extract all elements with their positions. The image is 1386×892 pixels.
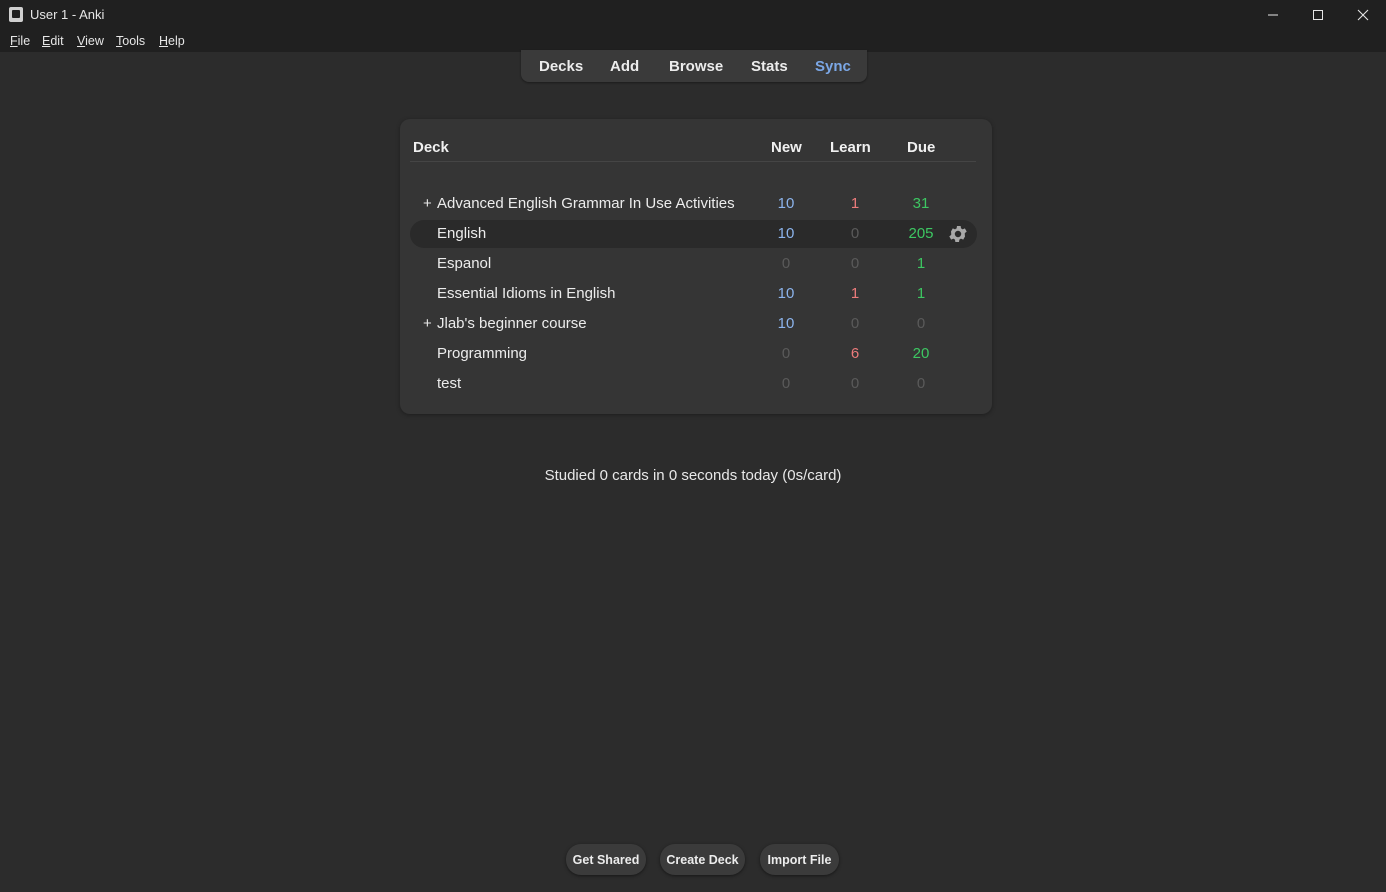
deck-name[interactable]: test <box>437 375 461 392</box>
learn-count: 0 <box>850 315 860 332</box>
menu-file[interactable]: File <box>10 34 30 48</box>
learn-count: 1 <box>850 195 860 212</box>
close-icon <box>1357 9 1369 20</box>
new-count: 10 <box>777 315 795 332</box>
studied-today-text: Studied 0 cards in 0 seconds today (0s/c… <box>544 467 842 484</box>
due-count: 1 <box>916 285 926 302</box>
deck-name[interactable]: Programming <box>437 345 527 362</box>
expand-icon[interactable]: + <box>423 315 432 332</box>
create-deck-button[interactable]: Create Deck <box>660 844 745 875</box>
deck-row-espanol[interactable]: Espanol 0 0 1 <box>410 250 977 278</box>
title-bar: User 1 - Anki <box>0 0 1386 29</box>
minimize-button[interactable] <box>1250 0 1296 29</box>
due-count: 0 <box>916 375 926 392</box>
maximize-button[interactable] <box>1295 0 1341 29</box>
deck-list-card: Deck New Learn Due + Advanced English Gr… <box>400 119 992 414</box>
menu-tools[interactable]: Tools <box>116 34 145 48</box>
due-count: 1 <box>916 255 926 272</box>
deck-name[interactable]: Essential Idioms in English <box>437 285 615 302</box>
menu-view[interactable]: View <box>77 34 104 48</box>
due-count: 0 <box>916 315 926 332</box>
new-count: 10 <box>777 195 795 212</box>
header-new: New <box>771 139 802 156</box>
toolbar-decks[interactable]: Decks <box>539 58 583 75</box>
toolbar-sync[interactable]: Sync <box>815 58 851 75</box>
deck-row-jlab-beginner[interactable]: + Jlab's beginner course 10 0 0 <box>410 310 977 338</box>
menu-bar: File Edit View Tools Help <box>0 29 1386 52</box>
deck-row-test[interactable]: test 0 0 0 <box>410 370 977 398</box>
learn-count: 6 <box>850 345 860 362</box>
get-shared-button[interactable]: Get Shared <box>566 844 646 875</box>
deck-row-essential-idioms[interactable]: Essential Idioms in English 10 1 1 <box>410 280 977 308</box>
window-title: User 1 - Anki <box>30 7 105 22</box>
due-count: 31 <box>912 195 930 212</box>
new-count: 10 <box>777 225 795 242</box>
menu-edit[interactable]: Edit <box>42 34 64 48</box>
deck-name[interactable]: Espanol <box>437 255 491 272</box>
deck-row-programming[interactable]: Programming 0 6 20 <box>410 340 977 368</box>
due-count: 20 <box>912 345 930 362</box>
toolbar-stats[interactable]: Stats <box>751 58 788 75</box>
close-button[interactable] <box>1340 0 1386 29</box>
gear-icon[interactable] <box>947 223 969 245</box>
learn-count: 0 <box>850 225 860 242</box>
toolbar-add[interactable]: Add <box>610 58 639 75</box>
main-toolbar: Decks Add Browse Stats Sync <box>521 50 867 82</box>
learn-count: 0 <box>850 255 860 272</box>
expand-icon[interactable]: + <box>423 195 432 212</box>
deck-row-english[interactable]: English 10 0 205 <box>410 220 977 248</box>
header-deck: Deck <box>413 139 449 156</box>
learn-count: 1 <box>850 285 860 302</box>
deck-row-advanced-english-grammar[interactable]: + Advanced English Grammar In Use Activi… <box>410 190 977 218</box>
toolbar-browse[interactable]: Browse <box>669 58 723 75</box>
header-learn: Learn <box>830 139 871 156</box>
anki-app-icon <box>9 7 23 22</box>
header-due: Due <box>907 139 936 156</box>
new-count: 0 <box>781 255 791 272</box>
learn-count: 0 <box>850 375 860 392</box>
new-count: 0 <box>781 345 791 362</box>
new-count: 0 <box>781 375 791 392</box>
minimize-icon <box>1268 14 1278 15</box>
deck-name[interactable]: Advanced English Grammar In Use Activiti… <box>437 195 735 212</box>
deck-name[interactable]: English <box>437 225 486 242</box>
menu-help[interactable]: Help <box>159 34 185 48</box>
new-count: 10 <box>777 285 795 302</box>
header-divider <box>410 161 976 162</box>
deck-name[interactable]: Jlab's beginner course <box>437 315 587 332</box>
maximize-icon <box>1313 9 1323 20</box>
import-file-button[interactable]: Import File <box>760 844 839 875</box>
due-count: 205 <box>908 225 934 242</box>
